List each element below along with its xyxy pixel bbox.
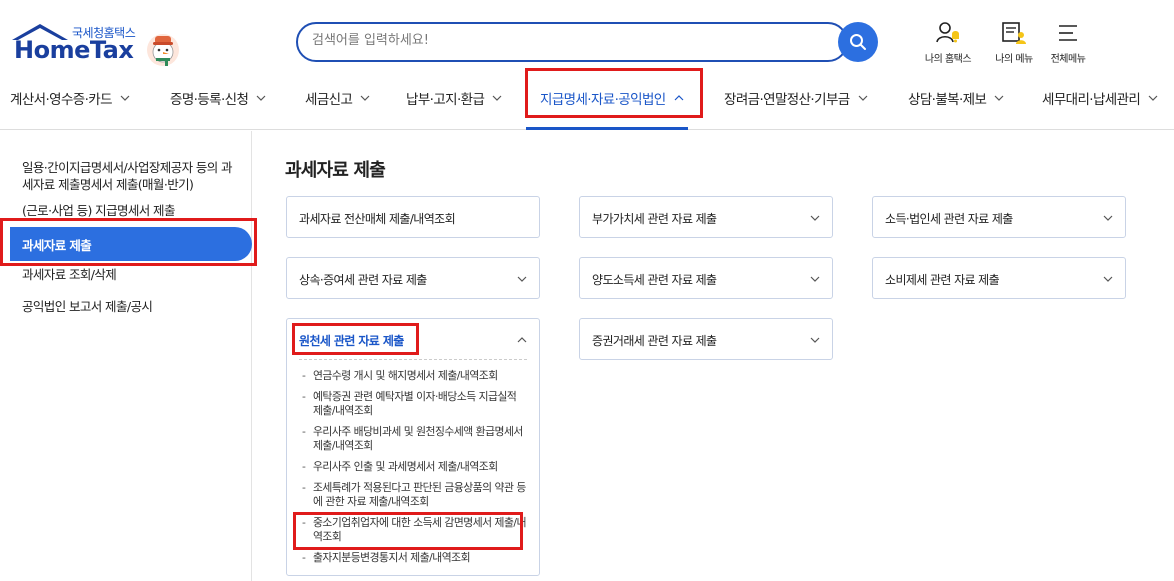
gnb-item-tax-agent[interactable]: 세무대리·납세관리 <box>1042 88 1158 108</box>
gnb-item-label: 증명·등록·신청 <box>170 92 249 108</box>
sub-item-esop-withdrawal[interactable]: 우리사주 인출 및 과세명세서 제출/내역조회 <box>299 460 527 474</box>
chevron-down-icon <box>810 276 820 282</box>
card-income-corp[interactable]: 소득·법인세 관련 자료 제출 <box>872 196 1126 238</box>
my-menu-label: 나의 메뉴 <box>995 54 1033 65</box>
gnb-item-label: 지급명세·자료·공익법인 <box>540 92 666 108</box>
gnb-item-certificate[interactable]: 증명·등록·신청 <box>170 88 266 108</box>
sub-item-deposit-interest[interactable]: 예탁증권 관련 예탁자별 이자·배당소득 지급실적 제출/내역조회 <box>299 390 527 418</box>
card-label: 상속·증여세 관련 자료 제출 <box>299 273 427 287</box>
sub-item-sme-employee[interactable]: 중소기업취업자에 대한 소득세 감면명세서 제출/내역조회 <box>299 516 527 544</box>
chevron-down-icon <box>994 95 1004 101</box>
gnb-item-label: 상담·불복·제보 <box>908 92 987 108</box>
sub-item-pension[interactable]: 연금수령 개시 및 해지명세서 제출/내역조회 <box>299 369 527 383</box>
card-divider <box>299 359 527 360</box>
chevron-down-icon <box>810 337 820 343</box>
card-vat[interactable]: 부가가치세 관련 자료 제출 <box>579 196 833 238</box>
chevron-down-icon <box>120 95 130 101</box>
chevron-down-icon <box>1103 215 1113 221</box>
active-tab-underline <box>526 127 688 130</box>
chevron-down-icon <box>517 276 527 282</box>
sidebar-item-label: 과세자료 조회/삭제 <box>22 267 117 282</box>
card-withholding[interactable]: 원천세 관련 자료 제출 연금수령 개시 및 해지명세서 제출/내역조회 예탁증… <box>286 318 540 576</box>
card-label: 과세자료 전산매체 제출/내역조회 <box>299 212 456 226</box>
user-bell-icon <box>936 22 959 43</box>
sidebar-item-tax-data-submit[interactable]: 과세자료 제출 <box>10 227 252 261</box>
gnb-item-label: 세무대리·납세관리 <box>1042 92 1141 108</box>
doc-user-icon <box>1002 22 1026 44</box>
card-label: 소득·법인세 관련 자료 제출 <box>885 212 1013 226</box>
search-button[interactable] <box>838 22 878 62</box>
hometax-logo[interactable]: 국세청홈택스 HomeTax <box>10 22 180 68</box>
chevron-down-icon <box>256 95 266 101</box>
gnb-item-payment[interactable]: 납부·고지·환급 <box>406 88 502 108</box>
sidebar-item-public-corp[interactable]: 공익법인 보고서 제출/공시 <box>22 298 153 315</box>
snowman-mascot-icon <box>147 34 179 66</box>
sidebar-item-label: 공익법인 보고서 제출/공시 <box>22 299 153 314</box>
gnb-item-label: 장려금·연말정산·기부금 <box>724 92 850 108</box>
chevron-down-icon <box>858 95 868 101</box>
gnb-item-label: 세금신고 <box>305 92 353 108</box>
card-electronic-media[interactable]: 과세자료 전산매체 제출/내역조회 <box>286 196 540 238</box>
card-securities[interactable]: 증권거래세 관련 자료 제출 <box>579 318 833 360</box>
chevron-down-icon <box>360 95 370 101</box>
hamburger-icon <box>1059 25 1077 41</box>
card-label: 원천세 관련 자료 제출 <box>299 334 404 348</box>
chevron-down-icon <box>1148 95 1158 101</box>
logo-title: HomeTax <box>14 36 134 64</box>
page-title: 과세자료 제출 <box>285 160 386 181</box>
all-menu-label: 전체메뉴 <box>1050 54 1086 65</box>
chevron-up-icon <box>517 337 527 343</box>
chevron-down-icon <box>492 95 502 101</box>
gnb-item-incentive[interactable]: 장려금·연말정산·기부금 <box>724 88 868 108</box>
sidebar-item-tax-data-view[interactable]: 과세자료 조회/삭제 <box>22 266 117 283</box>
gnb-item-payment-statement[interactable]: 지급명세·자료·공익법인 <box>540 88 684 108</box>
search-icon <box>850 34 866 50</box>
chevron-down-icon <box>1103 276 1113 282</box>
gnb-item-label: 납부·고지·환급 <box>406 92 485 108</box>
card-inheritance[interactable]: 상속·증여세 관련 자료 제출 <box>286 257 540 299</box>
sidebar-item-payment-statement[interactable]: (근로·사업 등) 지급명세서 제출 <box>22 202 175 219</box>
sub-item-esop-dividend[interactable]: 우리사주 배당비과세 및 원천징수세액 환급명세서 제출/내역조회 <box>299 425 527 453</box>
card-label: 증권거래세 관련 자료 제출 <box>592 334 717 348</box>
search-box <box>296 22 848 62</box>
sidebar: 일용·간이지급명세서/사업장제공자 등의 과세자료 제출명세서 제출(매월·반기… <box>0 131 252 581</box>
sub-item-equity-change[interactable]: 출자지분등변경통지서 제출/내역조회 <box>299 551 527 565</box>
my-hometax-label: 나의 홈택스 <box>924 54 972 65</box>
sidebar-item-label: (근로·사업 등) 지급명세서 제출 <box>22 203 175 218</box>
my-menu-button[interactable]: 나의 메뉴 <box>984 20 1044 65</box>
card-label: 부가가치세 관련 자료 제출 <box>592 212 717 226</box>
card-transfer[interactable]: 양도소득세 관련 자료 제출 <box>579 257 833 299</box>
gnb-item-tax-return[interactable]: 세금신고 <box>305 88 370 108</box>
gnb-item-invoice[interactable]: 계산서·영수증·카드 <box>10 88 130 108</box>
global-nav: 계산서·영수증·카드 증명·등록·신청 세금신고 납부·고지·환급 지급명세·자… <box>0 70 1174 130</box>
sidebar-item-label: 일용·간이지급명세서/사업장제공자 등의 과세자료 제출명세서 제출(매월·반기… <box>22 160 233 192</box>
header: 국세청홈택스 HomeTax 나의 홈택스 <box>0 0 1174 70</box>
card-consumption[interactable]: 소비제세 관련 자료 제출 <box>872 257 1126 299</box>
chevron-down-icon <box>810 215 820 221</box>
card-label: 소비제세 관련 자료 제출 <box>885 273 1000 287</box>
search-input[interactable] <box>312 33 812 48</box>
gnb-item-consult[interactable]: 상담·불복·제보 <box>908 88 1004 108</box>
card-label: 양도소득세 관련 자료 제출 <box>592 273 717 287</box>
sidebar-item-daily-statement[interactable]: 일용·간이지급명세서/사업장제공자 등의 과세자료 제출명세서 제출(매월·반기… <box>22 159 242 193</box>
my-hometax-button[interactable]: 나의 홈택스 <box>918 20 978 65</box>
chevron-up-icon <box>674 95 684 101</box>
sub-item-financial-terms[interactable]: 조세특례가 적용된다고 판단된 금융상품의 약관 등에 관한 자료 제출/내역조… <box>299 481 527 509</box>
sidebar-item-label: 과세자료 제출 <box>22 238 92 253</box>
sub-menu-list: 연금수령 개시 및 해지명세서 제출/내역조회 예탁증권 관련 예탁자별 이자·… <box>299 369 527 572</box>
all-menu-button[interactable]: 전체메뉴 <box>1038 20 1098 65</box>
gnb-item-label: 계산서·영수증·카드 <box>10 92 113 108</box>
